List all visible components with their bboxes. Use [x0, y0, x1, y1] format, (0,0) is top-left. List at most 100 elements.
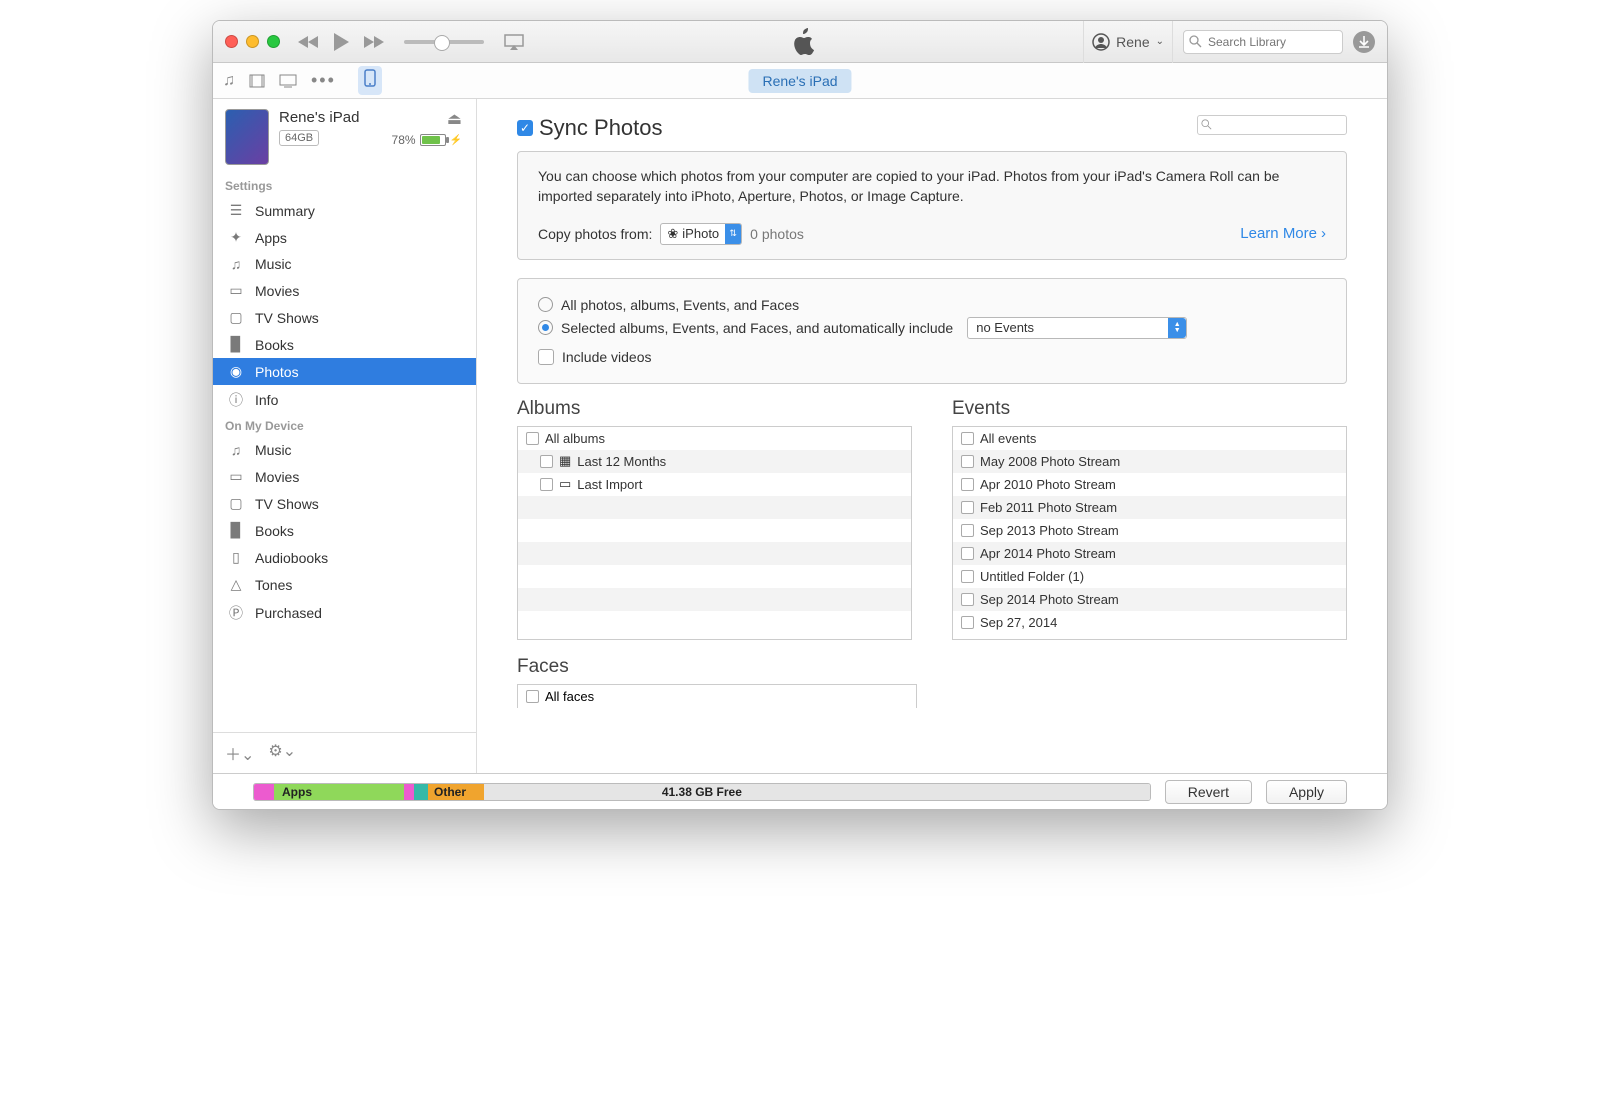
more-library-icon[interactable]: ••• — [311, 70, 336, 91]
content-search[interactable] — [1197, 115, 1347, 135]
sync-description: You can choose which photos from your co… — [538, 166, 1326, 207]
event-row[interactable]: Sep 2013 Photo Stream — [953, 519, 1346, 542]
album-row[interactable]: ▭Last Import — [518, 473, 911, 496]
tv-library-icon[interactable] — [279, 74, 297, 88]
event-row[interactable]: Untitled Folder (1) — [953, 565, 1346, 588]
itunes-window: Rene ⌄ ♫ ••• Rene's iPad — [212, 20, 1388, 810]
album-row[interactable]: ▦Last 12 Months — [518, 450, 911, 473]
user-name: Rene — [1116, 34, 1149, 50]
sync-photos-checkbox[interactable]: ✓ — [517, 120, 533, 136]
nav-music[interactable]: ♫Music — [213, 251, 476, 277]
checkbox[interactable] — [961, 547, 974, 560]
dev-books[interactable]: ▉Books — [213, 517, 476, 544]
faces-section: Faces All faces — [517, 656, 1347, 708]
device-tab-label[interactable]: Rene's iPad — [748, 69, 851, 93]
include-videos-row[interactable]: Include videos — [538, 349, 1326, 365]
checkbox[interactable] — [961, 478, 974, 491]
event-row[interactable]: Sep 2014 Photo Stream — [953, 588, 1346, 611]
device-battery: 78% ⚡ — [392, 133, 462, 147]
radio-all[interactable] — [538, 297, 553, 312]
checkbox[interactable] — [961, 616, 974, 629]
nav-apps[interactable]: ✦Apps — [213, 224, 476, 251]
device-tab-icon[interactable] — [358, 66, 382, 95]
faces-all-row[interactable]: All faces — [517, 684, 917, 708]
events-list[interactable]: All events May 2008 Photo Stream Apr 201… — [952, 426, 1347, 640]
dev-purchased[interactable]: ⓅPurchased — [213, 598, 476, 628]
checkbox[interactable] — [526, 690, 539, 703]
dev-music[interactable]: ♫Music — [213, 437, 476, 463]
include-videos-checkbox[interactable] — [538, 349, 554, 365]
albums-all-row[interactable]: All albums — [518, 427, 911, 450]
apps-icon: ✦ — [227, 229, 245, 246]
nav-tvshows[interactable]: ▢TV Shows — [213, 304, 476, 331]
events-column: Events All events May 2008 Photo Stream … — [952, 398, 1347, 640]
event-row[interactable]: Apr 2010 Photo Stream — [953, 473, 1346, 496]
music-icon: ♫ — [227, 442, 245, 458]
checkbox[interactable] — [961, 432, 974, 445]
checkbox[interactable] — [961, 501, 974, 514]
dev-tones[interactable]: △Tones — [213, 571, 476, 598]
gear-icon[interactable]: ⚙⌄ — [268, 741, 296, 765]
dev-audiobooks[interactable]: ▯Audiobooks — [213, 544, 476, 571]
music-library-icon[interactable]: ♫ — [223, 72, 235, 90]
dev-movies[interactable]: ▭Movies — [213, 463, 476, 490]
titlebar: Rene ⌄ — [213, 21, 1387, 63]
event-row[interactable]: Feb 2011 Photo Stream — [953, 496, 1346, 519]
device-nav: ♫Music ▭Movies ▢TV Shows ▉Books ▯Audiobo… — [213, 437, 476, 628]
nav-movies[interactable]: ▭Movies — [213, 277, 476, 304]
close-window[interactable] — [225, 35, 238, 48]
zoom-window[interactable] — [267, 35, 280, 48]
events-all-row[interactable]: All events — [953, 427, 1346, 450]
checkbox[interactable] — [526, 432, 539, 445]
device-name: Rene's iPad — [279, 109, 359, 126]
include-select[interactable]: no Events ▲▼ — [967, 317, 1187, 339]
next-track-icon[interactable] — [362, 34, 384, 50]
sync-description-panel: You can choose which photos from your co… — [517, 151, 1347, 260]
radio-selected[interactable] — [538, 320, 553, 335]
option-all-row[interactable]: All photos, albums, Events, and Faces — [538, 297, 1326, 313]
nav-photos[interactable]: ◉Photos — [213, 358, 476, 385]
account-menu[interactable]: Rene ⌄ — [1083, 21, 1173, 63]
checkbox[interactable] — [961, 455, 974, 468]
event-row[interactable]: Sep 27, 2014 — [953, 611, 1346, 634]
nav-summary[interactable]: ☰Summary — [213, 197, 476, 224]
checkbox[interactable] — [540, 478, 553, 491]
play-icon[interactable] — [332, 32, 350, 52]
lists-container: Albums All albums ▦Last 12 Months ▭Last … — [517, 398, 1347, 640]
eject-icon[interactable]: ⏏ — [447, 109, 462, 129]
import-icon: ▭ — [559, 476, 571, 492]
nav-books[interactable]: ▉Books — [213, 331, 476, 358]
source-select[interactable]: ❀iPhoto ⇅ — [660, 223, 742, 245]
music-icon: ♫ — [227, 256, 245, 272]
minimize-window[interactable] — [246, 35, 259, 48]
dev-tvshows[interactable]: ▢TV Shows — [213, 490, 476, 517]
revert-button[interactable]: Revert — [1165, 780, 1252, 804]
option-selected-row[interactable]: Selected albums, Events, and Faces, and … — [538, 317, 1326, 339]
search-icon — [1201, 119, 1212, 130]
nav-info[interactable]: ⓘInfo — [213, 385, 476, 415]
options-panel: All photos, albums, Events, and Faces Se… — [517, 278, 1347, 384]
search-library-input[interactable] — [1183, 30, 1343, 54]
event-row[interactable]: Apr 2014 Photo Stream — [953, 542, 1346, 565]
checkbox[interactable] — [961, 570, 974, 583]
summary-icon: ☰ — [227, 202, 245, 219]
search-library[interactable] — [1183, 30, 1343, 54]
checkbox[interactable] — [961, 593, 974, 606]
free-label: 41.38 GB Free — [662, 785, 742, 799]
prev-track-icon[interactable] — [298, 34, 320, 50]
albums-list[interactable]: All albums ▦Last 12 Months ▭Last Import — [517, 426, 912, 640]
purchased-icon: Ⓟ — [227, 603, 245, 623]
add-playlist-icon[interactable]: ＋⌄ — [225, 741, 254, 765]
content-search-input[interactable] — [1197, 115, 1347, 135]
event-row[interactable]: May 2008 Photo Stream — [953, 450, 1346, 473]
downloads-button[interactable] — [1353, 31, 1375, 53]
learn-more-link[interactable]: Learn More› — [1240, 225, 1326, 242]
apply-button[interactable]: Apply — [1266, 780, 1347, 804]
checkbox[interactable] — [961, 524, 974, 537]
airplay-icon[interactable] — [504, 34, 524, 50]
volume-slider[interactable] — [404, 40, 484, 44]
checkbox[interactable] — [540, 455, 553, 468]
storage-seg-audio — [254, 784, 274, 800]
apple-logo — [524, 28, 1083, 56]
movies-library-icon[interactable] — [249, 74, 265, 88]
